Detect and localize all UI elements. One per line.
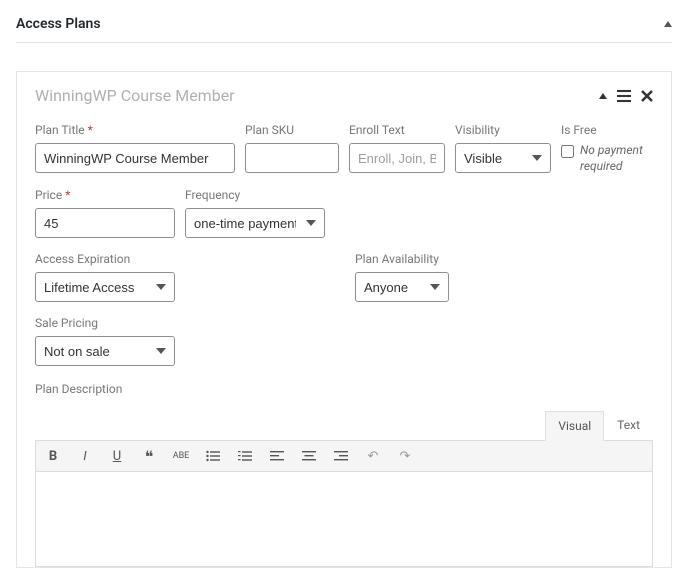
italic-button[interactable]: I [76, 447, 94, 465]
note-is-free: No payment required [580, 143, 651, 174]
panel-header: Access Plans [16, 10, 672, 43]
undo-button[interactable]: ↶ [364, 447, 382, 465]
input-plan-title[interactable] [35, 143, 235, 173]
label-visibility: Visibility [455, 123, 551, 137]
label-enroll-text: Enroll Text [349, 123, 445, 137]
field-is-free: Is Free No payment required [561, 123, 651, 174]
input-plan-sku[interactable] [245, 143, 339, 173]
label-frequency: Frequency [185, 188, 325, 202]
editor-textarea[interactable] [35, 472, 653, 567]
menu-icon[interactable] [617, 90, 631, 102]
editor-tabs: Visual Text [35, 410, 653, 440]
field-visibility: Visibility Visible [455, 123, 551, 174]
card-title: WinningWP Course Member [35, 86, 235, 105]
tab-visual[interactable]: Visual [545, 411, 604, 441]
blockquote-button[interactable]: ❝ [140, 447, 158, 465]
card-collapse-icon[interactable] [599, 93, 607, 99]
label-plan-sku: Plan SKU [245, 123, 339, 137]
input-price[interactable] [35, 208, 175, 238]
field-plan-availability: Plan Availability Anyone [355, 252, 449, 366]
underline-button[interactable]: U [108, 447, 126, 465]
field-price: Price * [35, 188, 175, 238]
label-access-expiration: Access Expiration [35, 252, 345, 266]
label-price: Price * [35, 188, 175, 202]
select-access-expiration[interactable]: Lifetime Access [35, 272, 175, 302]
bulleted-list-button[interactable] [204, 447, 222, 465]
align-right-button[interactable] [332, 447, 350, 465]
tab-text[interactable]: Text [604, 410, 653, 440]
select-sale-pricing[interactable]: Not on sale [35, 336, 175, 366]
input-enroll-text[interactable] [349, 143, 445, 173]
form-grid: Plan Title * Plan SKU Enroll Text Visibi… [35, 123, 653, 366]
select-frequency[interactable]: one-time payment [185, 208, 325, 238]
strikethrough-button[interactable]: ABE [172, 447, 190, 465]
field-enroll-text: Enroll Text [349, 123, 445, 174]
field-plan-title: Plan Title * [35, 123, 235, 174]
close-icon[interactable] [641, 90, 653, 102]
align-left-button[interactable] [268, 447, 286, 465]
checkbox-is-free[interactable] [561, 145, 574, 158]
label-sale-pricing: Sale Pricing [35, 316, 345, 330]
card-tools [599, 90, 653, 102]
label-plan-description: Plan Description [35, 382, 653, 396]
editor-toolbar: B I U ❝ ABE ↶ ↷ [35, 440, 653, 472]
panel-title: Access Plans [16, 16, 101, 32]
plan-card: WinningWP Course Member Plan Title * Pla… [16, 71, 672, 568]
select-visibility[interactable]: Visible [455, 143, 551, 173]
field-frequency: Frequency one-time payment [185, 188, 325, 238]
field-plan-sku: Plan SKU [245, 123, 339, 174]
field-sale-pricing: Sale Pricing Not on sale [35, 316, 345, 366]
align-center-button[interactable] [300, 447, 318, 465]
bold-button[interactable]: B [44, 447, 62, 465]
select-plan-availability[interactable]: Anyone [355, 272, 449, 302]
field-access-expiration: Access Expiration Lifetime Access [35, 252, 345, 302]
label-plan-availability: Plan Availability [355, 252, 449, 266]
redo-button[interactable]: ↷ [396, 447, 414, 465]
collapse-icon[interactable] [664, 21, 672, 27]
label-plan-title: Plan Title * [35, 123, 235, 137]
card-header: WinningWP Course Member [35, 86, 653, 105]
label-is-free: Is Free [561, 123, 651, 137]
plan-description-block: Plan Description Visual Text B I U ❝ ABE [35, 382, 653, 567]
numbered-list-button[interactable] [236, 447, 254, 465]
